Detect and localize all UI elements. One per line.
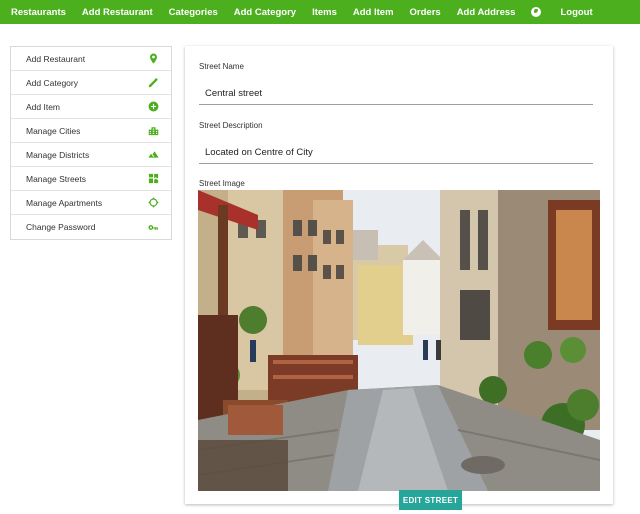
nav-logout[interactable]: Logout <box>560 7 592 18</box>
sidebar-item-manage-cities[interactable]: Manage Cities <box>11 119 171 143</box>
street-name-input[interactable]: Central street <box>205 88 262 99</box>
nav-add-address[interactable]: Add Address <box>457 7 516 18</box>
sidebar-item-label: Manage Districts <box>26 149 90 160</box>
sidebar-item-manage-streets[interactable]: Manage Streets <box>11 167 171 191</box>
nav-add-category[interactable]: Add Category <box>234 7 296 18</box>
street-image-label: Street Image <box>199 179 245 188</box>
street-photo <box>198 190 600 491</box>
sidebar-item-label: Add Item <box>26 101 61 112</box>
sidebar-item-label: Change Password <box>26 222 96 232</box>
street-description-input[interactable]: Located on Centre of City <box>205 147 313 158</box>
sidebar-item-add-category[interactable]: Add Category <box>11 71 171 95</box>
pencil-icon <box>147 77 159 89</box>
nav-restaurants[interactable]: Restaurants <box>11 7 66 18</box>
sidebar-item-add-item[interactable]: Add Item <box>11 95 171 119</box>
street-name-underline <box>199 104 593 105</box>
key-icon <box>147 221 159 233</box>
street-description-underline <box>199 163 593 164</box>
globe-icon[interactable] <box>531 7 542 17</box>
sidebar-item-label: Manage Apartments <box>26 197 103 208</box>
sidebar-item-label: Manage Cities <box>26 125 81 136</box>
map-pin-icon <box>147 53 159 65</box>
sidebar-item-manage-districts[interactable]: Manage Districts <box>11 143 171 167</box>
street-image[interactable] <box>198 190 600 491</box>
edit-street-button[interactable]: EDIT STREET <box>399 490 462 510</box>
sidebar-item-label: Add Restaurant <box>26 53 86 64</box>
sidebar-menu: Add Restaurant Add Category Add Item Man… <box>10 46 172 240</box>
city-icon <box>147 125 159 137</box>
mountains-icon <box>147 149 159 161</box>
edit-street-card: Street Name Central street Street Descri… <box>185 46 613 504</box>
sidebar-item-change-password[interactable]: Change Password <box>11 215 171 239</box>
top-navbar: Restaurants Add Restaurant Categories Ad… <box>0 0 640 24</box>
sidebar-item-label: Manage Streets <box>26 173 87 184</box>
street-map-icon <box>147 173 159 185</box>
nav-add-item[interactable]: Add Item <box>353 7 394 18</box>
compass-icon <box>147 197 159 209</box>
sidebar-item-add-restaurant[interactable]: Add Restaurant <box>11 47 171 71</box>
nav-orders[interactable]: Orders <box>410 7 441 18</box>
plus-circle-icon <box>147 101 159 113</box>
nav-categories[interactable]: Categories <box>169 7 218 18</box>
sidebar-item-label: Add Category <box>26 77 78 88</box>
sidebar-item-manage-apartments[interactable]: Manage Apartments <box>11 191 171 215</box>
nav-add-restaurant[interactable]: Add Restaurant <box>82 7 153 18</box>
street-description-label: Street Description <box>199 121 263 130</box>
street-name-label: Street Name <box>199 62 244 71</box>
nav-items[interactable]: Items <box>312 7 337 18</box>
